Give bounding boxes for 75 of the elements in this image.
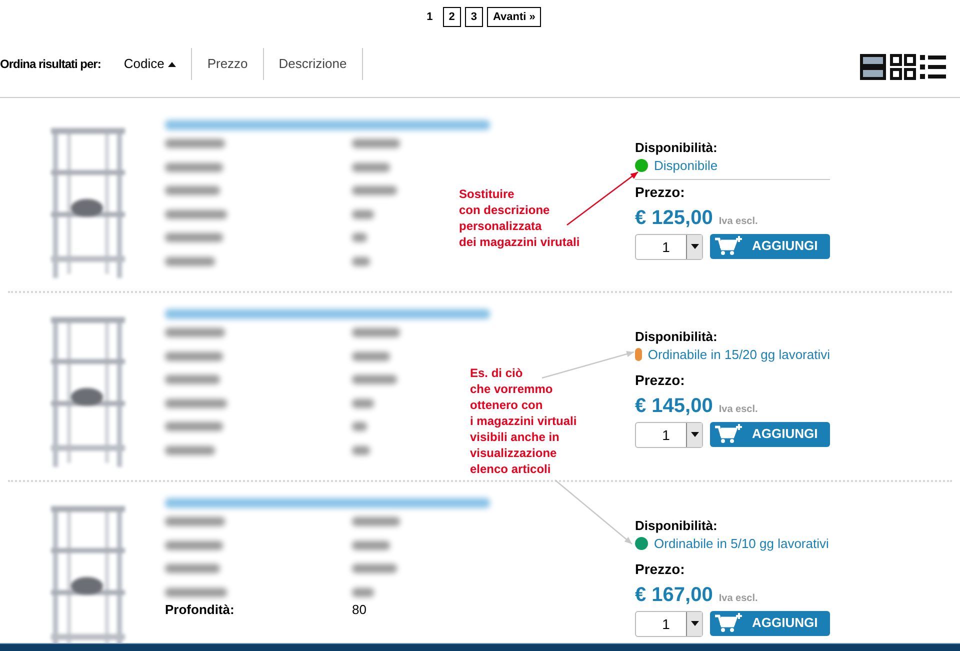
blurred-label bbox=[165, 540, 223, 550]
rows-view-icon[interactable] bbox=[860, 54, 886, 80]
list-view-icon[interactable] bbox=[920, 54, 946, 80]
cart-plus-icon bbox=[714, 612, 744, 634]
blurred-label bbox=[165, 210, 227, 218]
cart-plus-icon bbox=[714, 235, 744, 257]
caret-icon bbox=[690, 432, 698, 437]
blurred-label bbox=[165, 375, 220, 384]
blurred-value bbox=[352, 233, 367, 242]
blurred-value bbox=[352, 422, 367, 431]
blurred-value bbox=[352, 328, 400, 337]
sort-option[interactable]: Descrizione bbox=[264, 48, 363, 80]
blurred-value bbox=[352, 517, 400, 526]
availability-label: Disponibilità: bbox=[635, 518, 718, 534]
blurred-label bbox=[165, 139, 225, 148]
blurred-label bbox=[165, 422, 223, 431]
blurred-label bbox=[165, 564, 220, 573]
blurred-value bbox=[352, 352, 390, 360]
add-to-cart-button[interactable]: AGGIUNGI bbox=[710, 422, 830, 446]
caret-icon bbox=[690, 621, 698, 626]
blurred-value bbox=[352, 256, 370, 266]
availability-status: Ordinabile in 5/10 gg lavorativi bbox=[654, 535, 829, 553]
price: € 145,00 bbox=[635, 394, 713, 418]
blurred-label bbox=[165, 588, 227, 596]
blurred-label bbox=[165, 446, 215, 454]
blurred-value bbox=[352, 564, 397, 573]
next-page-link[interactable]: Avanti » bbox=[486, 6, 542, 26]
tax-note: Iva escl. bbox=[718, 214, 758, 228]
caret-icon bbox=[690, 244, 698, 249]
cart-plus-icon bbox=[714, 423, 744, 445]
page-link[interactable]: 2 bbox=[442, 6, 461, 26]
quantity-select[interactable]: 1 bbox=[635, 422, 703, 448]
blurred-label bbox=[165, 162, 223, 172]
blurred-value bbox=[352, 375, 397, 384]
blurred-value bbox=[352, 186, 397, 195]
sort-option[interactable]: Codice bbox=[108, 48, 192, 80]
grid-view-icon[interactable] bbox=[890, 54, 916, 80]
availability-status: Ordinabile in 15/20 gg lavorativi bbox=[648, 346, 830, 364]
spec-value: 80 bbox=[352, 602, 366, 616]
price: € 167,00 bbox=[635, 582, 713, 608]
tax-note: Iva escl. bbox=[718, 592, 758, 606]
blurred-value bbox=[352, 398, 374, 408]
availability-label: Disponibilità: bbox=[635, 329, 718, 345]
blurred-value bbox=[352, 446, 370, 454]
blurred-value bbox=[352, 540, 390, 550]
sort-option[interactable]: Prezzo bbox=[192, 48, 264, 80]
availability-status: Disponibile bbox=[654, 157, 718, 175]
annotation-note: Sostituire con descrizione personalizzata dei magazzini virutali bbox=[459, 186, 580, 250]
blurred-value bbox=[352, 162, 390, 172]
price-label: Prezzo: bbox=[635, 182, 686, 200]
blurred-label bbox=[165, 352, 223, 360]
quantity-select[interactable]: 1 bbox=[635, 234, 703, 260]
price-label: Prezzo: bbox=[635, 560, 686, 578]
blurred-label bbox=[165, 233, 223, 242]
blurred-value bbox=[352, 210, 374, 218]
sort-ascending-icon bbox=[168, 62, 176, 66]
add-to-cart-button[interactable]: AGGIUNGI bbox=[710, 610, 830, 636]
blurred-label bbox=[165, 398, 227, 408]
blurred-label bbox=[165, 186, 220, 195]
annotation-note: Es. di ciò che vorremmo ottenero con i magazzini virtuali visibili anche in visualizzazione elenco articoli bbox=[470, 365, 577, 477]
blurred-label bbox=[165, 517, 225, 526]
add-to-cart-button[interactable]: AGGIUNGI bbox=[710, 234, 830, 258]
sort-label: Ordina risultati per: bbox=[0, 56, 101, 73]
tax-note: Iva escl. bbox=[718, 402, 758, 416]
spec-label: Profondità: bbox=[165, 602, 236, 616]
blurred-value bbox=[352, 588, 374, 596]
availability-label: Disponibilità: bbox=[635, 140, 718, 156]
price: € 125,00 bbox=[635, 206, 713, 230]
quantity-select[interactable]: 1 bbox=[635, 610, 703, 636]
page-link[interactable]: 3 bbox=[464, 6, 483, 26]
blurred-value bbox=[352, 139, 400, 148]
blurred-label bbox=[165, 328, 225, 337]
price-label: Prezzo: bbox=[635, 370, 686, 388]
blurred-label bbox=[165, 256, 215, 266]
page-link[interactable]: 1 bbox=[420, 6, 439, 26]
